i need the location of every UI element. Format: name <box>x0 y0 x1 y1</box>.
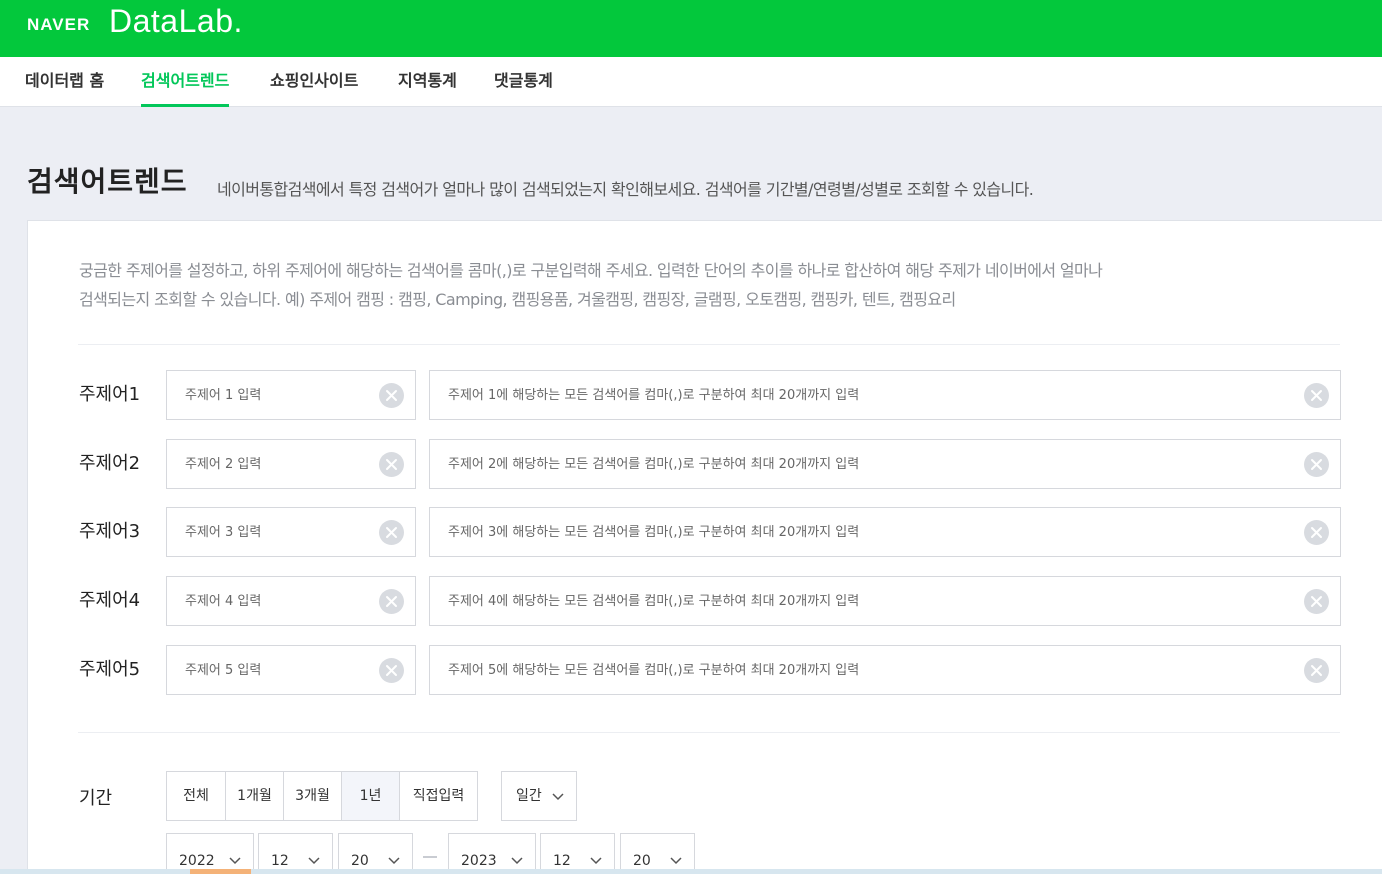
period-all-button[interactable]: 전체 <box>166 771 226 821</box>
topic-row-3: 주제어3 <box>28 507 1382 557</box>
scrollbar-thumb[interactable] <box>190 869 251 874</box>
chevron-down-icon <box>388 857 400 865</box>
topic-keywords-input[interactable] <box>430 646 1340 694</box>
topic-label: 주제어4 <box>79 590 141 611</box>
topic-name-input[interactable] <box>167 577 415 625</box>
page-title: 검색어트렌드 <box>27 165 188 198</box>
topic-row-2: 주제어2 <box>28 439 1382 489</box>
period-3month-button[interactable]: 3개월 <box>283 771 342 821</box>
nav-datalab-home[interactable]: 데이터랩 홈 <box>25 57 104 107</box>
search-panel: 궁금한 주제어를 설정하고, 하위 주제어에 해당하는 검색어를 콤마(,)로 … <box>27 220 1382 874</box>
start-day-value: 20 <box>351 853 369 869</box>
naver-logo[interactable]: NAVER <box>27 15 90 35</box>
clear-icon[interactable] <box>379 520 404 545</box>
topic-name-field <box>166 370 416 420</box>
topic-name-field <box>166 439 416 489</box>
end-month-select[interactable]: 12 <box>540 833 615 874</box>
end-month-value: 12 <box>553 853 571 869</box>
chevron-down-icon <box>308 857 320 865</box>
divider <box>78 344 1340 345</box>
topic-label: 주제어2 <box>79 453 141 474</box>
start-year-value: 2022 <box>179 853 215 869</box>
topic-name-input[interactable] <box>167 440 415 488</box>
start-day-select[interactable]: 20 <box>338 833 413 874</box>
topic-name-field <box>166 507 416 557</box>
nav-search-trend[interactable]: 검색어트렌드 <box>141 57 230 107</box>
topic-name-input[interactable] <box>167 646 415 694</box>
start-month-select[interactable]: 12 <box>258 833 333 874</box>
topic-name-input[interactable] <box>167 508 415 556</box>
end-year-value: 2023 <box>461 853 497 869</box>
topic-keywords-field <box>429 507 1341 557</box>
end-day-select[interactable]: 20 <box>620 833 695 874</box>
topic-label: 주제어3 <box>79 521 141 542</box>
start-month-value: 12 <box>271 853 289 869</box>
topic-row-4: 주제어4 <box>28 576 1382 626</box>
clear-icon[interactable] <box>379 452 404 477</box>
nav-regional-stats[interactable]: 지역통계 <box>398 57 457 107</box>
time-unit-value: 일간 <box>516 788 542 804</box>
topic-name-field <box>166 576 416 626</box>
time-unit-select[interactable]: 일간 <box>501 771 577 821</box>
nav-comment-stats[interactable]: 댓글통계 <box>494 57 553 107</box>
date-range-separator <box>423 856 437 858</box>
chevron-down-icon <box>590 857 602 865</box>
topic-keywords-field <box>429 645 1341 695</box>
chevron-down-icon <box>670 857 682 865</box>
clear-icon[interactable] <box>379 589 404 614</box>
topic-label: 주제어5 <box>79 659 141 680</box>
page-description: 네이버통합검색에서 특정 검색어가 얼마나 많이 검색되었는지 확인해보세요. … <box>217 180 1034 199</box>
datalab-logo[interactable]: DataLab. <box>109 3 243 40</box>
chevron-down-icon <box>229 857 241 865</box>
chevron-down-icon <box>552 793 564 801</box>
clear-icon[interactable] <box>1304 658 1329 683</box>
topic-keywords-field <box>429 576 1341 626</box>
top-bar: NAVER DataLab. <box>0 0 1382 57</box>
end-year-select[interactable]: 2023 <box>448 833 536 874</box>
period-label: 기간 <box>79 788 113 809</box>
clear-icon[interactable] <box>1304 383 1329 408</box>
clear-icon[interactable] <box>379 383 404 408</box>
topic-row-5: 주제어5 <box>28 645 1382 695</box>
end-day-value: 20 <box>633 853 651 869</box>
period-custom-button[interactable]: 직접입력 <box>399 771 478 821</box>
topic-keywords-input[interactable] <box>430 577 1340 625</box>
start-year-select[interactable]: 2022 <box>166 833 254 874</box>
topic-keywords-field <box>429 439 1341 489</box>
chevron-down-icon <box>511 857 523 865</box>
guide-line-2: 검색되는지 조회할 수 있습니다. 예) 주제어 캠핑 : 캠핑, Campin… <box>79 290 956 309</box>
clear-icon[interactable] <box>1304 589 1329 614</box>
topic-row-1: 주제어1 <box>28 370 1382 420</box>
clear-icon[interactable] <box>379 658 404 683</box>
main-nav: 데이터랩 홈 검색어트렌드 쇼핑인사이트 지역통계 댓글통계 <box>0 57 1382 107</box>
clear-icon[interactable] <box>1304 452 1329 477</box>
topic-name-input[interactable] <box>167 371 415 419</box>
topic-label: 주제어1 <box>79 384 141 405</box>
nav-shopping-insight[interactable]: 쇼핑인사이트 <box>270 57 358 107</box>
period-1year-button[interactable]: 1년 <box>341 771 400 821</box>
period-1month-button[interactable]: 1개월 <box>225 771 284 821</box>
topic-keywords-input[interactable] <box>430 371 1340 419</box>
clear-icon[interactable] <box>1304 520 1329 545</box>
divider <box>78 732 1340 733</box>
topic-keywords-field <box>429 370 1341 420</box>
guide-line-1: 궁금한 주제어를 설정하고, 하위 주제어에 해당하는 검색어를 콤마(,)로 … <box>79 261 1103 280</box>
topic-keywords-input[interactable] <box>430 508 1340 556</box>
guide-text: 궁금한 주제어를 설정하고, 하위 주제어에 해당하는 검색어를 콤마(,)로 … <box>79 256 1339 314</box>
topic-name-field <box>166 645 416 695</box>
topic-keywords-input[interactable] <box>430 440 1340 488</box>
